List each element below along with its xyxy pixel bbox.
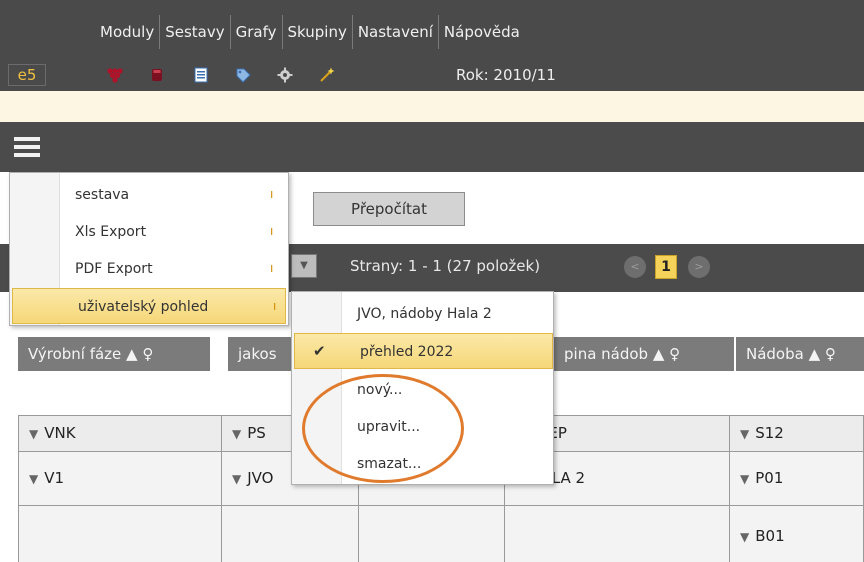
- main-menu: Moduly Sestavy Grafy Skupiny Nastavení N…: [95, 15, 525, 49]
- page-size-dropdown[interactable]: ▼: [291, 254, 317, 278]
- menu-item-label: uživatelský pohled: [78, 299, 209, 315]
- app-badge[interactable]: e5: [8, 64, 46, 86]
- table-cell[interactable]: ▼ B01: [729, 505, 864, 562]
- field-jakost[interactable]: jakos: [228, 337, 298, 371]
- table-cell: [358, 505, 505, 562]
- toolbar: e5 Rok: 2010/11: [0, 60, 864, 91]
- submenu-arrow-icon: ı: [270, 187, 274, 201]
- recalculate-button[interactable]: Přepočítat: [313, 192, 465, 226]
- menu-item-label: JVO, nádoby Hala 2: [357, 306, 492, 322]
- menu-nastaveni[interactable]: Nastavení: [353, 15, 439, 49]
- menu-skupiny[interactable]: Skupiny: [283, 15, 353, 49]
- menu-item-xls-export[interactable]: Xls Export ı: [10, 214, 288, 250]
- pager-summary: Strany: 1 - 1 (27 položek): [350, 257, 541, 275]
- year-label: Rok: 2010/11: [456, 66, 556, 84]
- user-view-submenu: JVO, nádoby Hala 2 ✔ přehled 2022 nový..…: [291, 291, 554, 485]
- field-vyrobni-faze[interactable]: Výrobní fáze ▲ ♀: [18, 337, 210, 371]
- submenu-arrow-icon: ı: [273, 299, 277, 313]
- notification-strip: [0, 91, 864, 122]
- previous-page-button[interactable]: <: [624, 256, 646, 278]
- table-cell[interactable]: ▼ S12: [729, 415, 864, 452]
- page-number-button[interactable]: 1: [655, 255, 677, 279]
- menu-napoveda[interactable]: Nápověda: [439, 15, 525, 49]
- field-skupina-nadob[interactable]: pina nádob ▲ ♀: [554, 337, 734, 371]
- menu-item-user-view[interactable]: uživatelský pohled ı: [12, 288, 286, 324]
- grapes-icon[interactable]: [106, 66, 124, 84]
- menu-item-label: PDF Export: [75, 261, 153, 277]
- table-cell: [18, 505, 222, 562]
- table-cell: [221, 505, 359, 562]
- view-item-prehled-2022[interactable]: ✔ přehled 2022: [294, 333, 553, 369]
- table-cell: [504, 505, 730, 562]
- next-page-button[interactable]: >: [688, 256, 710, 278]
- menu-sestavy[interactable]: Sestavy: [160, 15, 231, 49]
- field-nadoba[interactable]: Nádoba ▲ ♀: [736, 337, 864, 371]
- menu-item-label: upravit...: [357, 419, 421, 435]
- wine-glass-icon[interactable]: [148, 66, 166, 84]
- view-item-new[interactable]: nový...: [292, 372, 553, 408]
- table-cell[interactable]: ▼ V1: [18, 451, 222, 506]
- menu-moduly[interactable]: Moduly: [95, 15, 161, 49]
- magic-wand-icon[interactable]: [318, 66, 336, 84]
- top-menu-bar: Moduly Sestavy Grafy Skupiny Nastavení N…: [0, 0, 864, 60]
- submenu-arrow-icon: ı: [270, 224, 274, 238]
- menu-grafy[interactable]: Grafy: [231, 15, 283, 49]
- menu-item-label: přehled 2022: [360, 344, 454, 360]
- document-icon[interactable]: [192, 66, 210, 84]
- submenu-arrow-icon: ı: [270, 261, 274, 275]
- menu-item-label: smazat...: [357, 456, 422, 472]
- hamburger-menu-icon[interactable]: [14, 137, 40, 157]
- table-cell[interactable]: ▼ P01: [729, 451, 864, 506]
- checkmark-icon: ✔: [313, 342, 326, 360]
- hamburger-dropdown-menu: sestava ı Xls Export ı PDF Export ı uživ…: [9, 172, 289, 326]
- table-cell[interactable]: ▼ VNK: [18, 415, 222, 452]
- view-item-jvo-nadoby[interactable]: JVO, nádoby Hala 2: [292, 296, 553, 332]
- gear-icon[interactable]: [276, 66, 294, 84]
- menu-item-pdf-export[interactable]: PDF Export ı: [10, 251, 288, 287]
- view-item-delete[interactable]: smazat...: [292, 446, 553, 482]
- section-header-bar: [0, 122, 864, 172]
- view-item-edit[interactable]: upravit...: [292, 409, 553, 445]
- menu-item-sestava[interactable]: sestava ı: [10, 177, 288, 213]
- tag-icon[interactable]: [234, 66, 252, 84]
- menu-item-label: sestava: [75, 187, 130, 203]
- menu-item-label: nový...: [357, 382, 403, 398]
- menu-item-label: Xls Export: [75, 224, 147, 240]
